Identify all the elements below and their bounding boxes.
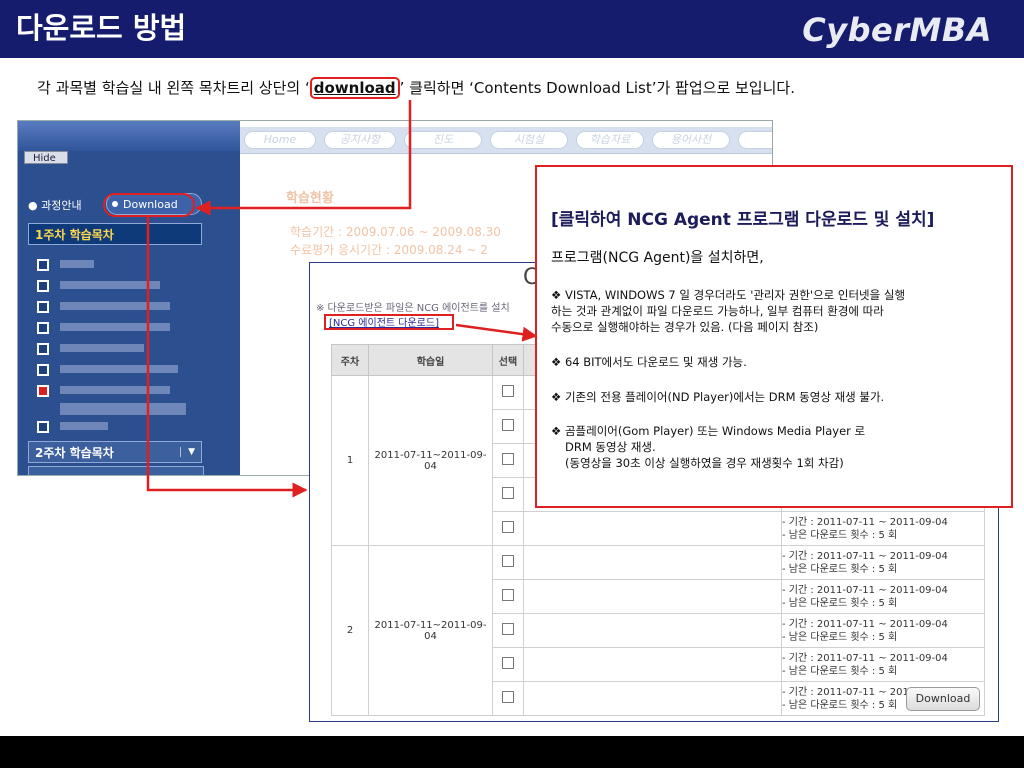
arrow-to-download-tab <box>195 100 412 216</box>
slide-bottom-bar <box>0 736 1024 768</box>
arrow-to-popup <box>146 217 308 498</box>
callout-arrows <box>146 100 538 498</box>
arrow-to-callout <box>455 323 538 342</box>
